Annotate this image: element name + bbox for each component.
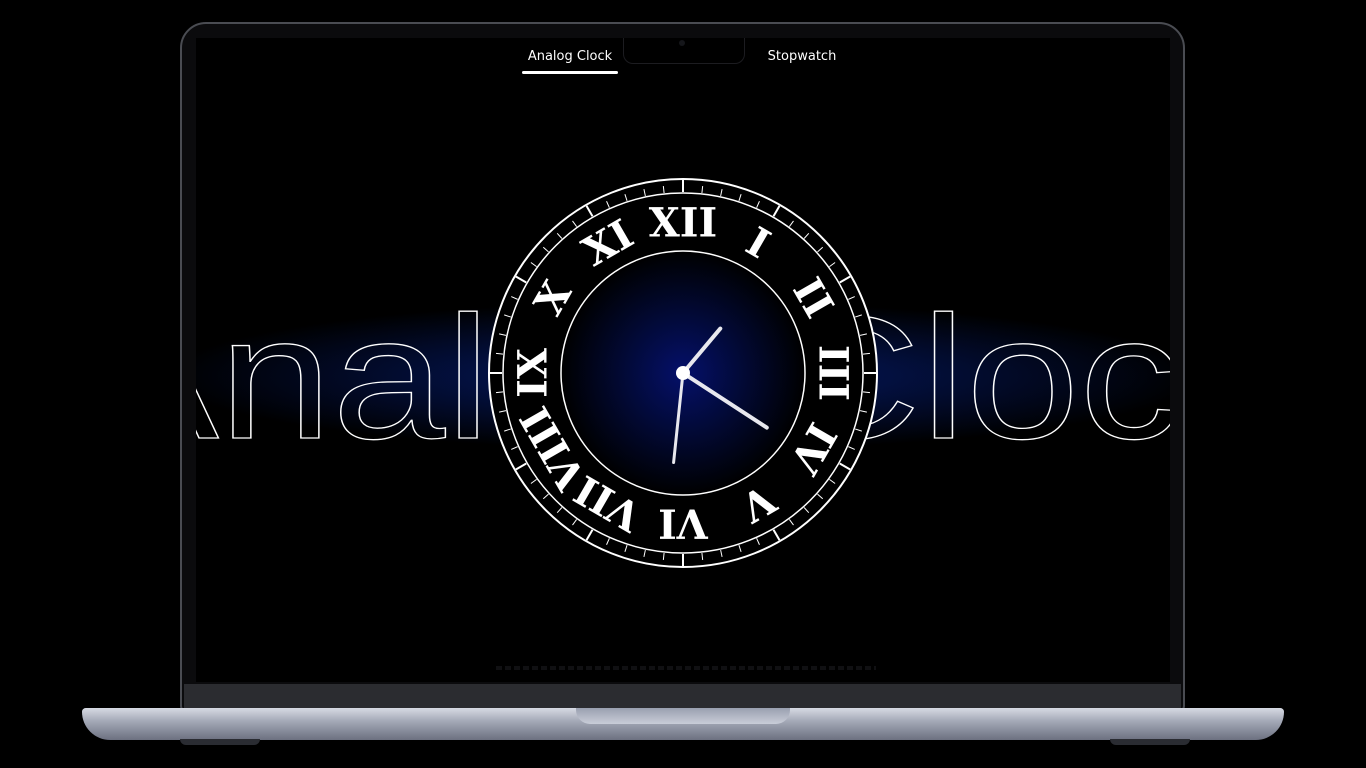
numeral-ix: IX <box>510 348 557 398</box>
laptop-foot-right <box>1110 739 1190 745</box>
tab-analog-clock[interactable]: Analog Clock <box>522 46 618 74</box>
laptop-foot-left <box>180 739 260 745</box>
tab-stopwatch[interactable]: Stopwatch <box>762 46 842 74</box>
hands-pivot <box>676 366 690 380</box>
numeral-vi: VI <box>658 500 709 547</box>
camera-notch <box>623 38 745 64</box>
camera-icon <box>679 40 685 46</box>
screen-bottom-bezel <box>184 684 1181 708</box>
numeral-xii: XII <box>649 200 717 247</box>
screen-reflection <box>496 666 876 670</box>
screen: Analog Clock Analog Clock Stopwatch XIII… <box>196 38 1170 682</box>
analog-clock: XII IIIIIIIVVVIVIIVIIIIXXXI <box>488 178 878 568</box>
laptop-base-groove <box>576 708 790 724</box>
numeral-iii: III <box>810 345 857 401</box>
